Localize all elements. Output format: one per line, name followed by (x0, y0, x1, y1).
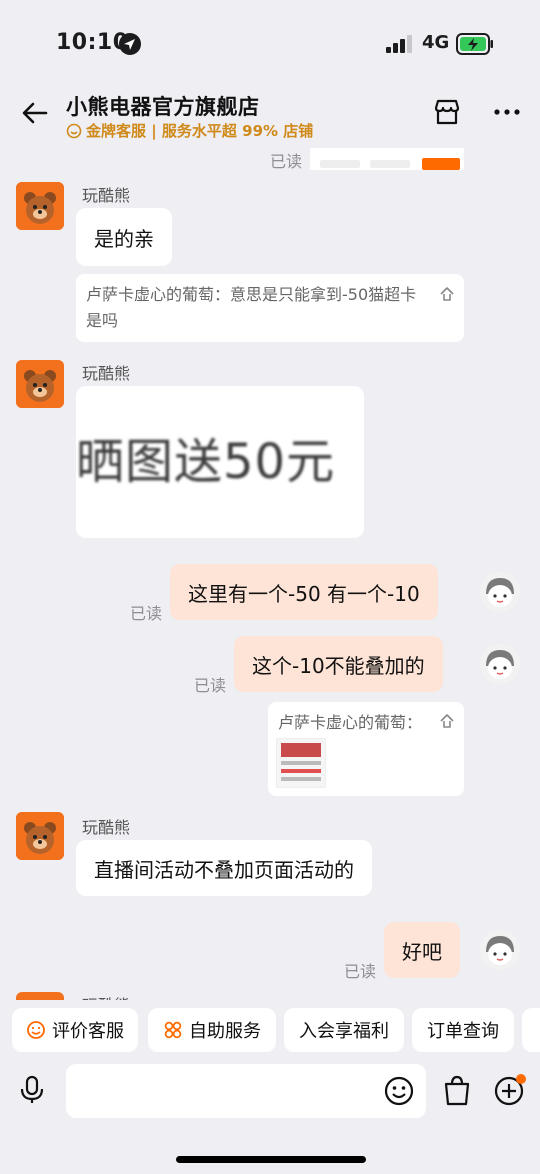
read-status: 已读 (194, 676, 227, 695)
voice-icon[interactable] (18, 1075, 46, 1105)
store-icon[interactable] (432, 97, 462, 127)
user-face-icon (480, 572, 520, 612)
user-avatar[interactable] (480, 644, 520, 684)
shop-avatar[interactable] (16, 812, 64, 860)
quick-action-label: 入会享福利 (299, 1021, 389, 1042)
home-indicator (176, 1156, 366, 1163)
message-bubble[interactable]: 是的亲 (76, 208, 172, 266)
bear-logo-icon (16, 812, 64, 860)
message-input[interactable] (66, 1064, 426, 1118)
read-status: 已读 (130, 604, 163, 623)
read-status: 已读 (270, 152, 303, 171)
quick-more-button[interactable] (522, 1008, 540, 1052)
read-status: 已读 (344, 962, 377, 981)
user-face-icon (480, 644, 520, 684)
sender-name: 玩酷熊 (82, 186, 131, 205)
bear-logo-icon (16, 182, 64, 230)
shop-title[interactable]: 小熊电器官方旗舰店 (66, 91, 260, 121)
more-icon[interactable] (492, 97, 522, 127)
card-thumbnail[interactable] (310, 148, 464, 170)
quoted-text: 卢萨卡虚心的葡萄：意思是只能拿到-50猫超卡是吗 (86, 285, 417, 330)
quick-rate-service-button[interactable]: 评价客服 (12, 1008, 138, 1052)
quick-action-label: 自助服务 (189, 1021, 261, 1042)
quick-action-bar: 评价客服 自助服务 入会享福利 订单查询 (0, 1008, 540, 1056)
quoted-message[interactable]: 卢萨卡虚心的葡萄： (268, 702, 464, 796)
network-label: 4G (422, 32, 450, 53)
sender-name: 玩酷熊 (82, 992, 130, 1000)
quick-order-query-button[interactable]: 订单查询 (412, 1008, 514, 1052)
shop-subtitle-text: 金牌客服 | 服务水平超 99% 店铺 (86, 122, 314, 140)
back-arrow-icon[interactable] (20, 98, 50, 128)
quoted-message[interactable]: 卢萨卡虚心的葡萄：意思是只能拿到-50猫超卡是吗 (76, 274, 464, 342)
status-bar: 10:10 4G (0, 0, 540, 88)
sender-name: 玩酷熊 (82, 364, 131, 383)
user-avatar[interactable] (480, 930, 520, 970)
battery-charging-icon (456, 33, 493, 55)
image-message[interactable]: 晒图送50元 (76, 386, 364, 538)
user-avatar[interactable] (480, 572, 520, 612)
outgoing-bubble[interactable]: 这个-10不能叠加的 (234, 636, 443, 692)
quick-action-label: 评价客服 (52, 1021, 124, 1042)
outgoing-bubble[interactable]: 这里有一个-50 有一个-10 (170, 564, 438, 620)
shop-avatar[interactable] (16, 360, 64, 408)
input-bar (0, 1062, 540, 1122)
sender-name: 玩酷熊 (82, 818, 131, 837)
smile-badge-icon (66, 123, 82, 138)
notification-dot (516, 1074, 526, 1084)
quoted-image-thumbnail[interactable] (276, 738, 326, 788)
chat-area[interactable]: 已读 玩酷熊 是的亲 卢萨卡虚心的葡萄：意思是只能拿到-50猫超卡是吗 玩酷熊 … (0, 148, 540, 1000)
location-arrow-icon (119, 33, 141, 55)
shop-avatar[interactable] (16, 182, 64, 230)
user-face-icon (480, 930, 520, 970)
quoted-text: 卢萨卡虚心的葡萄： (278, 713, 423, 732)
quick-action-label: 订单查询 (427, 1021, 499, 1042)
quote-jump-icon[interactable] (438, 712, 456, 730)
quote-jump-icon[interactable] (438, 285, 456, 303)
quick-self-service-button[interactable]: 自助服务 (148, 1008, 276, 1052)
image-text: 晒图送50元 (76, 434, 336, 490)
signal-icon (386, 35, 412, 53)
message-bubble[interactable]: 直播间活动不叠加页面活动的 (76, 840, 372, 896)
shopping-bag-icon[interactable] (442, 1074, 472, 1106)
smile-icon (27, 1021, 45, 1039)
flower-icon (164, 1021, 182, 1039)
chat-header: 小熊电器官方旗舰店 金牌客服 | 服务水平超 99% 店铺 (0, 88, 540, 148)
shop-avatar[interactable] (16, 992, 64, 1000)
bear-logo-icon (16, 360, 64, 408)
outgoing-bubble[interactable]: 好吧 (384, 922, 460, 978)
emoji-icon[interactable] (384, 1076, 414, 1106)
quick-membership-button[interactable]: 入会享福利 (284, 1008, 404, 1052)
shop-subtitle: 金牌客服 | 服务水平超 99% 店铺 (66, 120, 313, 141)
